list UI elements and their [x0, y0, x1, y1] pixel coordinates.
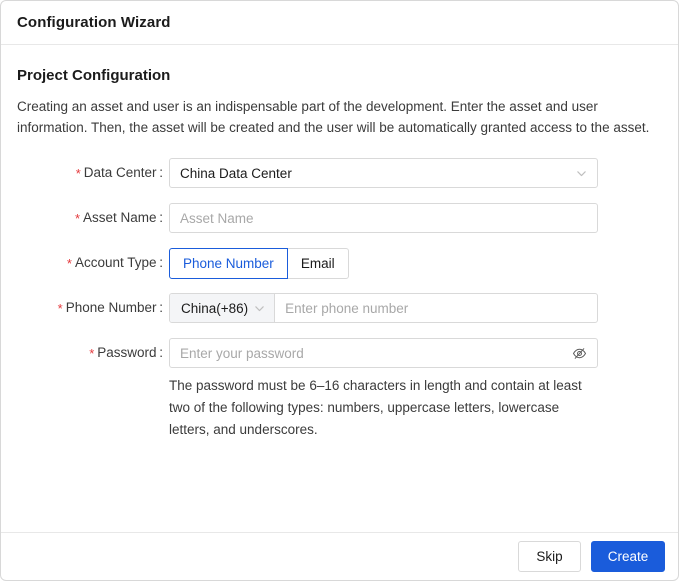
country-code-select[interactable]: China(+86) — [170, 294, 276, 322]
label-password: * Password : — [17, 338, 169, 369]
configuration-wizard-dialog: Configuration Wizard Project Configurati… — [0, 0, 679, 581]
eye-off-icon[interactable] — [572, 346, 587, 361]
label-asset-name-text: Asset Name : — [83, 210, 163, 225]
label-asset-name: * Asset Name : — [17, 203, 169, 234]
label-data-center: * Data Center : — [17, 158, 169, 189]
dialog-body: Project Configuration Creating an asset … — [1, 45, 678, 441]
label-account-type: * Account Type : — [17, 248, 169, 279]
account-type-segmented-control: Phone Number Email — [169, 248, 662, 279]
form-row-phone-number: * Phone Number : China(+86) Enter phone n… — [17, 293, 662, 324]
dialog-title: Configuration Wizard — [17, 14, 171, 31]
control-data-center: China Data Center — [169, 158, 662, 188]
form-row-data-center: * Data Center : China Data Center — [17, 158, 662, 189]
data-center-select[interactable]: China Data Center — [169, 158, 598, 188]
chevron-down-icon — [576, 168, 587, 179]
dialog-titlebar: Configuration Wizard — [1, 1, 678, 45]
control-password: Enter your password The password must be… — [169, 338, 662, 441]
required-asterisk: * — [74, 211, 81, 226]
label-phone-number: * Phone Number : — [17, 293, 169, 324]
form-row-asset-name: * Asset Name : Asset Name — [17, 203, 662, 234]
create-button[interactable]: Create — [591, 541, 665, 572]
skip-button[interactable]: Skip — [518, 541, 581, 572]
phone-number-input[interactable]: Enter phone number — [275, 294, 597, 322]
form-row-account-type: * Account Type : Phone Number Email — [17, 248, 662, 279]
asset-name-placeholder: Asset Name — [180, 210, 254, 226]
control-account-type: Phone Number Email — [169, 248, 662, 279]
label-phone-number-text: Phone Number : — [65, 300, 163, 315]
asset-name-input[interactable]: Asset Name — [169, 203, 598, 233]
section-description: Creating an asset and user is an indispe… — [17, 99, 650, 135]
label-account-type-text: Account Type : — [74, 255, 163, 270]
required-asterisk: * — [75, 166, 81, 181]
account-type-option-phone-number[interactable]: Phone Number — [169, 248, 288, 279]
required-asterisk: * — [89, 346, 95, 361]
account-type-option-email[interactable]: Email — [286, 248, 349, 279]
phone-number-group: China(+86) Enter phone number — [169, 293, 598, 323]
password-input[interactable]: Enter your password — [169, 338, 598, 368]
dialog-footer: Skip Create — [1, 532, 678, 580]
section-title: Project Configuration — [17, 67, 171, 84]
control-asset-name: Asset Name — [169, 203, 662, 233]
label-data-center-text: Data Center : — [83, 165, 163, 180]
required-asterisk: * — [57, 301, 63, 316]
label-password-text: Password : — [97, 345, 163, 360]
data-center-value: China Data Center — [180, 165, 292, 181]
control-phone-number: China(+86) Enter phone number — [169, 293, 662, 323]
chevron-down-icon — [254, 303, 265, 314]
password-hint: The password must be 6–16 characters in … — [169, 378, 582, 437]
required-asterisk: * — [66, 256, 72, 271]
phone-number-placeholder: Enter phone number — [285, 300, 409, 316]
country-code-value: China(+86) — [181, 300, 249, 316]
form-row-password: * Password : Enter your password The pass… — [17, 338, 662, 441]
password-placeholder: Enter your password — [180, 345, 304, 361]
